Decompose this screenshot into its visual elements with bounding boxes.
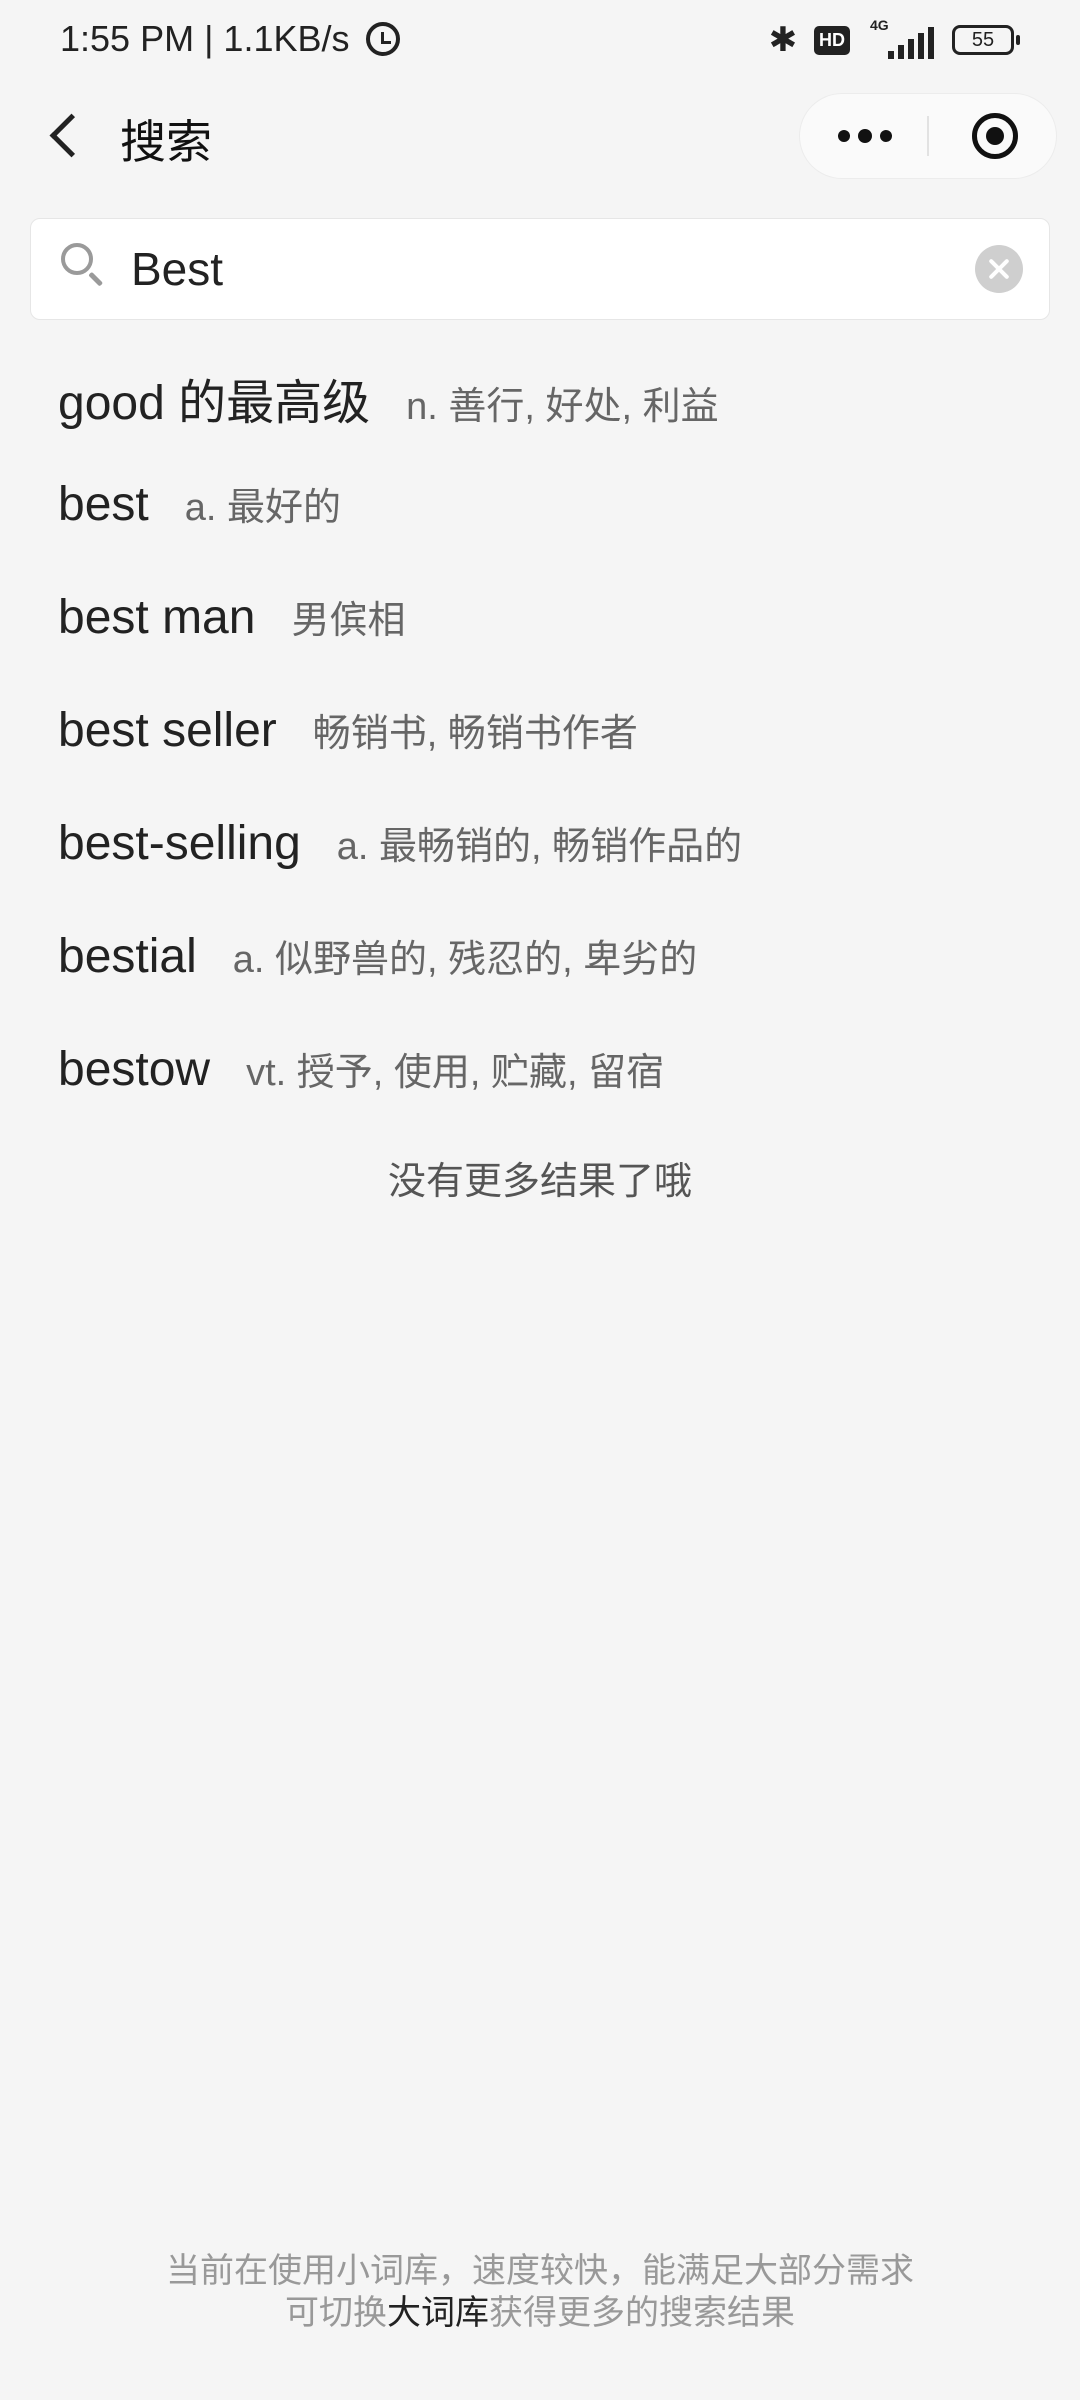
search-box <box>30 218 1050 320</box>
more-dots-icon <box>838 130 850 142</box>
result-word: bestow <box>58 1043 211 1096</box>
more-button[interactable] <box>800 94 928 178</box>
more-dot-right <box>880 130 892 142</box>
result-word: best-selling <box>58 817 301 870</box>
signal-icon: 4G <box>866 17 936 59</box>
result-definition: 男傧相 <box>291 600 406 642</box>
no-more-results-text: 没有更多结果了哦 <box>387 1161 692 1203</box>
result-word: good 的最高级 <box>58 377 371 430</box>
back-arrow-icon <box>49 113 94 158</box>
clear-icon[interactable] <box>975 245 1023 293</box>
result-definition: vt. 授予, 使用, 贮藏, 留宿 <box>246 1052 665 1094</box>
status-time-speed: 1:55 PM | 1.1KB/s <box>60 18 350 59</box>
result-word: best seller <box>58 704 277 757</box>
result-definition: a. 最畅销的, 畅销作品的 <box>336 826 743 868</box>
status-left: 1:55 PM | 1.1KB/s <box>60 18 400 60</box>
status-bar: 1:55 PM | 1.1KB/s ✱ HD 4G 55 <box>0 0 1080 80</box>
footer-prefix: 可切换 <box>285 2294 387 2332</box>
list-item[interactable]: good 的最高级 n. 善行, 好处, 利益 <box>58 363 1048 476</box>
switch-dictionary-link[interactable]: 大词库 <box>387 2294 489 2332</box>
footer-line-1: 当前在使用小词库，速度较快，能满足大部分需求 <box>166 2252 914 2290</box>
results-list: good 的最高级 n. 善行, 好处, 利益 best a. 最好的 best… <box>58 363 1048 1154</box>
search-icon <box>61 243 104 287</box>
capsule-divider <box>927 116 929 156</box>
battery-icon: 55 <box>952 25 1020 55</box>
more-dot-center <box>858 129 872 143</box>
result-word: bestial <box>58 930 197 983</box>
result-definition: 畅销书, 畅销书作者 <box>312 713 638 755</box>
result-definition: n. 善行, 好处, 利益 <box>406 386 719 428</box>
mini-program-capsule <box>800 94 1056 178</box>
list-item[interactable]: best seller 畅销书, 畅销书作者 <box>58 702 1048 815</box>
result-definition: a. 似野兽的, 残忍的, 卑劣的 <box>232 939 698 981</box>
target-icon[interactable] <box>972 113 1018 159</box>
footer-line-2: 可切换大词库获得更多的搜索结果 <box>0 2292 1080 2334</box>
alarm-icon <box>365 22 400 56</box>
nav-bar: 搜索 <box>0 90 1080 180</box>
signal-bars <box>888 27 934 59</box>
result-word: best <box>58 478 149 531</box>
list-item[interactable]: best a. 最好的 <box>58 476 1048 589</box>
result-definition: a. 最好的 <box>184 487 341 529</box>
footer-suffix: 获得更多的搜索结果 <box>489 2294 795 2332</box>
status-right: ✱ HD 4G 55 <box>768 17 1020 60</box>
list-item[interactable]: best man 男傧相 <box>58 589 1048 702</box>
network-type-label: 4G <box>870 17 889 33</box>
hd-icon: HD <box>814 25 850 55</box>
list-item[interactable]: best-selling a. 最畅销的, 畅销作品的 <box>58 815 1048 928</box>
search-input[interactable] <box>131 237 951 301</box>
list-item[interactable]: bestow vt. 授予, 使用, 贮藏, 留宿 <box>58 1041 1048 1154</box>
list-item[interactable]: bestial a. 似野兽的, 残忍的, 卑劣的 <box>58 928 1048 1041</box>
page-title: 搜索 <box>120 116 212 168</box>
result-word: best man <box>58 591 256 644</box>
dictionary-footer: 当前在使用小词库，速度较快，能满足大部分需求 可切换大词库获得更多的搜索结果 <box>0 2250 1080 2334</box>
bluetooth-icon: ✱ <box>768 21 798 59</box>
back-button[interactable] <box>34 104 94 164</box>
